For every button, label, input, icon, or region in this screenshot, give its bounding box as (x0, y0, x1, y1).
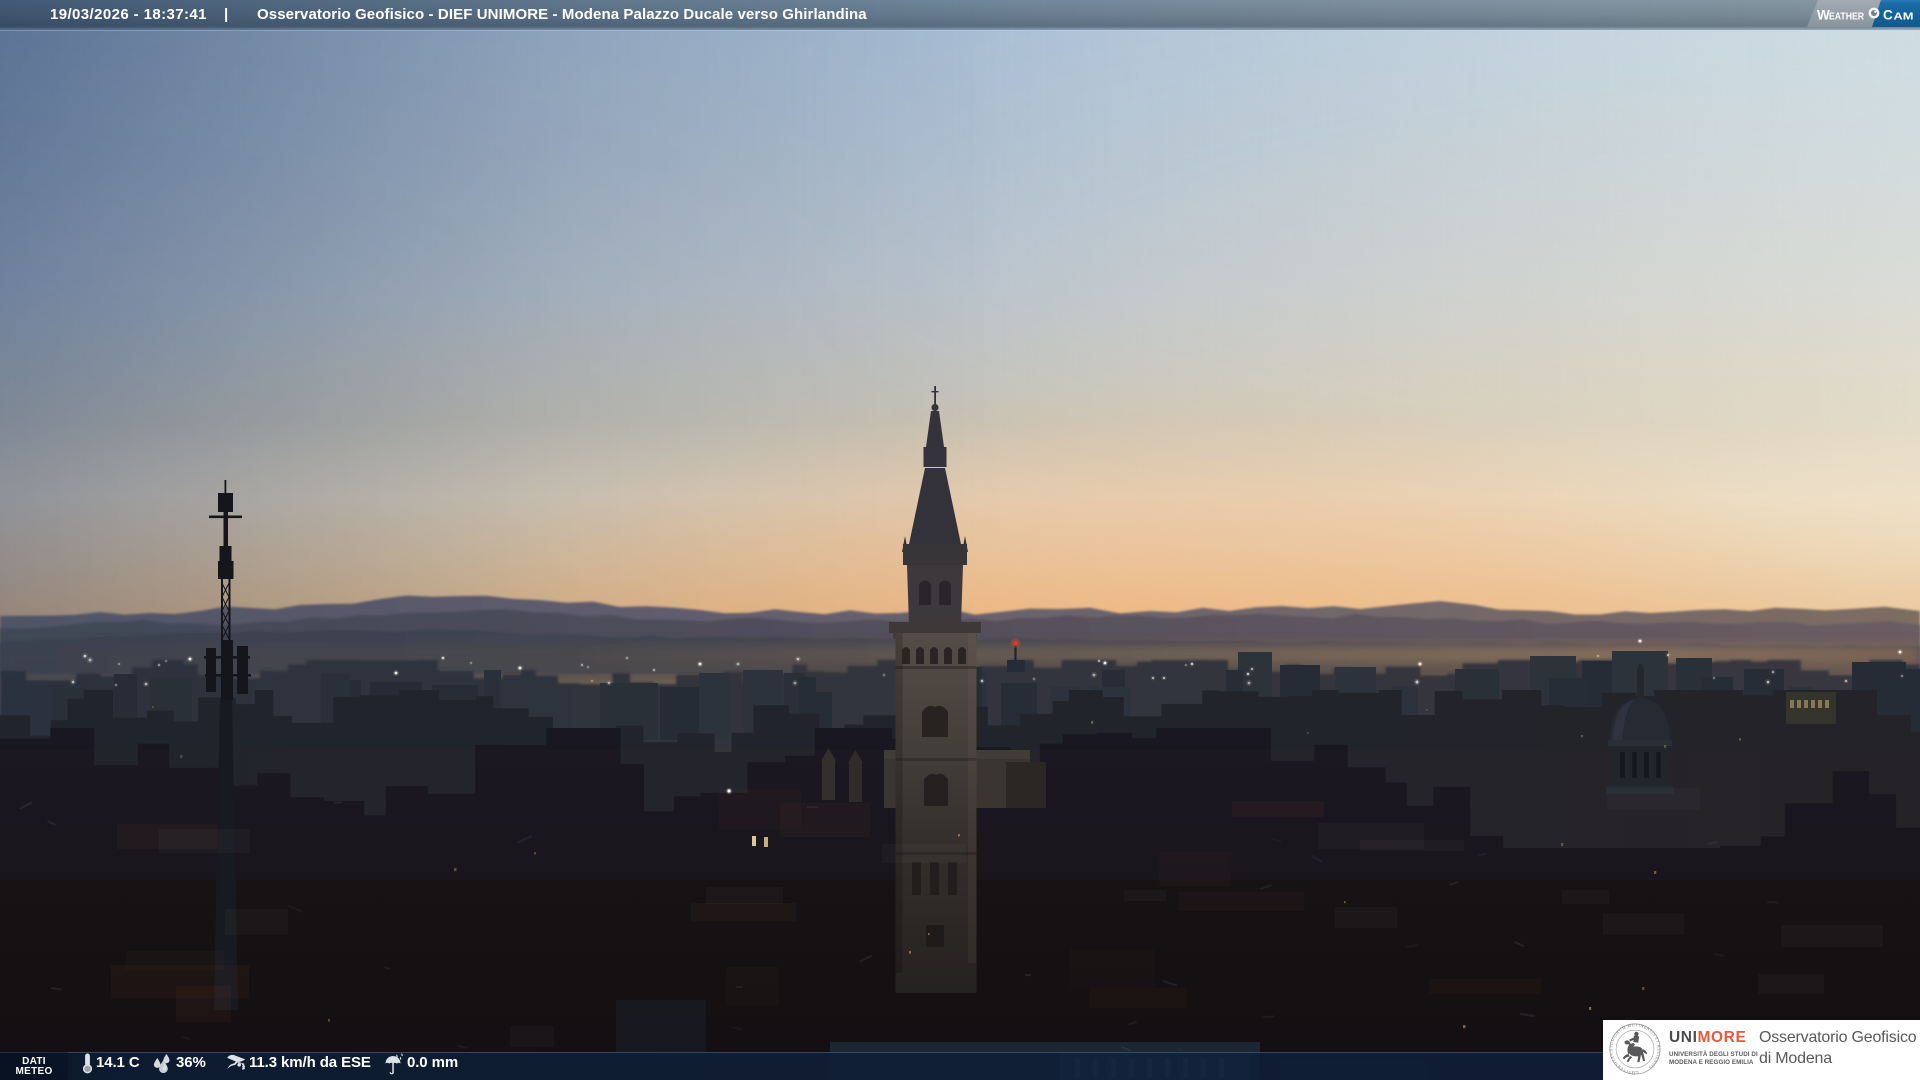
svg-text:C: C (1883, 8, 1893, 23)
svg-text:EATHER: EATHER (1829, 12, 1865, 23)
svg-text:AM: AM (1894, 11, 1914, 23)
svg-text:1175: 1175 (1631, 1071, 1639, 1075)
